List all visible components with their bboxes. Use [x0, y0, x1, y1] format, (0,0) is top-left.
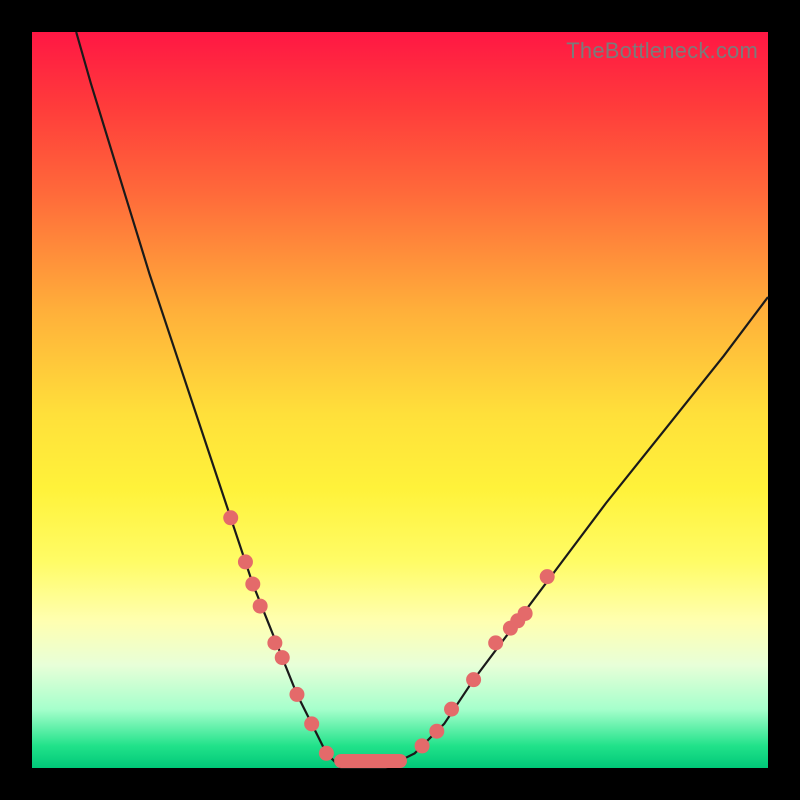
data-marker — [238, 554, 253, 569]
data-marker — [223, 510, 238, 525]
data-marker — [289, 687, 304, 702]
data-marker — [444, 702, 459, 717]
markers-right — [415, 569, 555, 753]
data-marker — [304, 716, 319, 731]
chart-stage: TheBottleneck.com — [0, 0, 800, 800]
data-marker — [415, 738, 430, 753]
data-marker — [275, 650, 290, 665]
data-marker — [429, 724, 444, 739]
bottleneck-curve — [76, 32, 768, 768]
data-marker — [540, 569, 555, 584]
data-marker — [518, 606, 533, 621]
curve-layer — [32, 32, 768, 768]
data-marker — [245, 577, 260, 592]
data-marker — [466, 672, 481, 687]
data-marker — [253, 599, 268, 614]
data-marker — [319, 746, 334, 761]
data-marker — [267, 635, 282, 650]
plot-area: TheBottleneck.com — [32, 32, 768, 768]
data-marker — [488, 635, 503, 650]
